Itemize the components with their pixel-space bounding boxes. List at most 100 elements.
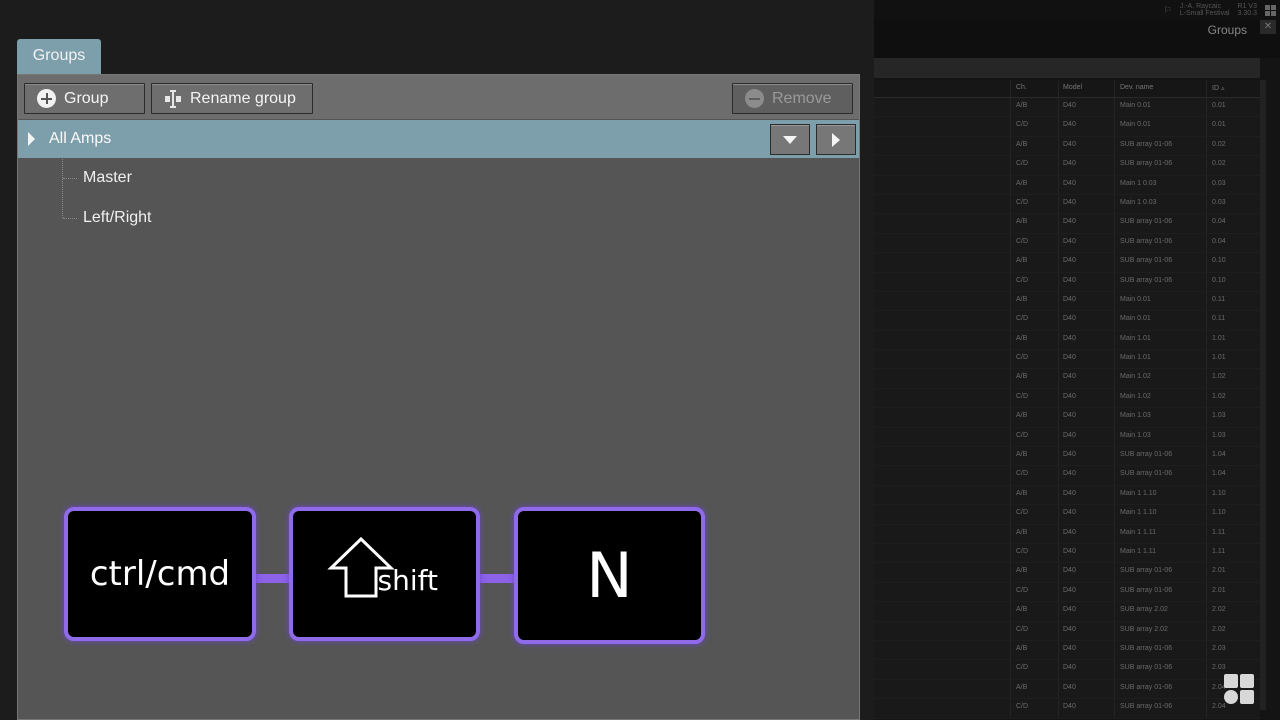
flag-icon[interactable]: ⚐ [1164,5,1172,16]
column-header[interactable]: Ch. [1016,84,1027,91]
table-cell: 1.01 [1212,354,1226,362]
table-cell: 1.11 [1212,528,1226,536]
column-separator [1114,466,1115,485]
column-header[interactable]: ID ▵ [1212,84,1224,92]
column-separator [1114,156,1115,175]
table-row[interactable]: A/B D40 Main 1.02 1.02 [874,369,1260,389]
table-row[interactable]: C/D D40 Main 1.01 1.01 [874,350,1260,370]
column-separator [1058,194,1059,214]
tree-item-left-right[interactable]: Left/Right [63,208,151,228]
close-icon[interactable]: ✕ [1260,20,1276,34]
expand-triangle-icon[interactable] [28,132,35,146]
table-cell: D40 [1063,489,1076,497]
rename-group-button[interactable]: Rename group [151,83,313,114]
column-separator [1010,427,1011,447]
add-group-button[interactable]: Group [24,83,145,114]
column-separator [1114,602,1115,621]
table-row[interactable]: A/B D40 SUB array 01-06 0.02 [874,136,1260,157]
table-row[interactable]: A/B D40 SUB array 01-06 1.04 [874,447,1260,467]
key-connector [478,574,516,583]
table-cell: D40 [1063,528,1076,536]
table-row[interactable]: C/D D40 Main 0.01 0.11 [874,311,1260,331]
table-row[interactable]: C/D D40 SUB array 01-06 2.01 [874,582,1260,603]
version-line-2: 3.30.3 [1237,10,1257,17]
column-separator [1058,466,1059,485]
column-separator [1058,214,1059,233]
tree-item-master[interactable]: Master [63,168,132,188]
table-row[interactable]: C/D D40 SUB array 01-06 1.04 [874,466,1260,486]
table-row[interactable]: C/D D40 SUB array 01-06 0.04 [874,233,1260,254]
column-separator [1114,330,1115,350]
table-cell: Main 0.01 [1120,315,1151,323]
table-row[interactable]: C/D D40 Main 1 1.11 1.11 [874,543,1260,564]
table-cell: 1.02 [1212,373,1226,381]
table-row[interactable]: A/B D40 SUB array 01-06 2.01 [874,563,1260,583]
table-row[interactable]: A/B D40 Main 1 1.10 1.10 [874,485,1260,506]
column-separator [1058,563,1059,582]
table-row[interactable]: A/B D40 SUB array 01-06 2.03 [874,640,1260,661]
grid-menu-icon[interactable] [1265,4,1276,16]
table-row[interactable]: A/B D40 Main 0.01 0.01 [874,98,1260,118]
table-cell: SUB array 01-06 [1120,257,1173,265]
column-separator [1206,679,1207,699]
key-connector [254,574,292,583]
tree-item-label: Left/Right [83,209,152,226]
table-row[interactable]: A/B D40 Main 1.03 1.03 [874,408,1260,428]
table-cell: A/B [1016,489,1028,497]
column-separator [1206,311,1207,330]
column-separator [1114,233,1115,253]
table-cell: SUB array 01-06 [1120,451,1173,459]
table-row[interactable]: C/D D40 SUB array 01-06 2.04 [874,699,1260,719]
tree-branch [63,177,77,179]
play-arrow-icon [832,133,840,147]
column-separator [1114,311,1115,330]
column-header[interactable]: Model [1063,84,1082,91]
table-cell: 0.10 [1212,257,1226,265]
table-row[interactable]: A/B D40 SUB array 01-06 0.10 [874,253,1260,273]
column-separator [1058,640,1059,660]
open-group-button[interactable] [816,124,856,155]
table-row[interactable]: C/D D40 Main 0.01 0.01 [874,117,1260,137]
table-row[interactable]: C/D D40 Main 1 1.10 1.10 [874,505,1260,525]
table-row[interactable]: C/D D40 SUB array 01-06 2.03 [874,660,1260,680]
tab-groups[interactable]: Groups [17,39,101,74]
table-cell: C/D [1016,470,1029,478]
dropdown-button[interactable] [770,124,810,155]
remove-button[interactable]: Remove [732,83,853,114]
column-separator [1114,175,1115,194]
table-row[interactable]: A/B D40 Main 1 1.11 1.11 [874,524,1260,544]
column-separator [1206,640,1207,660]
table-row[interactable]: C/D D40 SUB array 2.02 2.02 [874,621,1260,641]
table-cell: Main 1.02 [1120,392,1151,400]
table-row[interactable]: C/D D40 SUB array 01-06 0.10 [874,272,1260,292]
column-separator [1114,136,1115,156]
table-row[interactable]: C/D D40 Main 1.03 1.03 [874,427,1260,448]
table-cell: C/D [1016,392,1029,400]
table-row[interactable]: A/B D40 Main 1 0.03 0.03 [874,175,1260,195]
column-separator [1058,447,1059,466]
group-row-all-amps[interactable]: All Amps [18,120,859,158]
column-header[interactable]: Dev. name [1120,84,1153,91]
table-cell: D40 [1063,509,1076,517]
table-row[interactable]: A/B D40 SUB array 01-06 0.04 [874,214,1260,234]
group-label: All Amps [49,130,112,147]
column-separator [1058,272,1059,291]
column-separator [1206,369,1207,388]
table-row[interactable]: C/D D40 Main 1.02 1.02 [874,388,1260,409]
table-row[interactable]: A/B D40 SUB array 2.02 2.02 [874,602,1260,622]
table-cell: C/D [1016,547,1029,555]
table-cell: C/D [1016,625,1029,633]
table-cell: D40 [1063,625,1076,633]
column-separator [1206,272,1207,291]
table-row[interactable]: C/D D40 SUB array 01-06 0.02 [874,156,1260,176]
table-cell: C/D [1016,160,1029,168]
column-separator [1010,98,1011,117]
table-row[interactable]: A/B D40 SUB array 01-06 2.04 [874,679,1260,700]
column-separator [1114,660,1115,679]
table-row[interactable]: A/B D40 Main 1.01 1.01 [874,330,1260,351]
table-scrollbar[interactable] [1260,80,1266,710]
table-cell: A/B [1016,295,1028,303]
table-cell: D40 [1063,237,1076,245]
table-row[interactable]: A/B D40 Main 0.01 0.11 [874,291,1260,312]
table-row[interactable]: C/D D40 Main 1 0.03 0.03 [874,194,1260,215]
